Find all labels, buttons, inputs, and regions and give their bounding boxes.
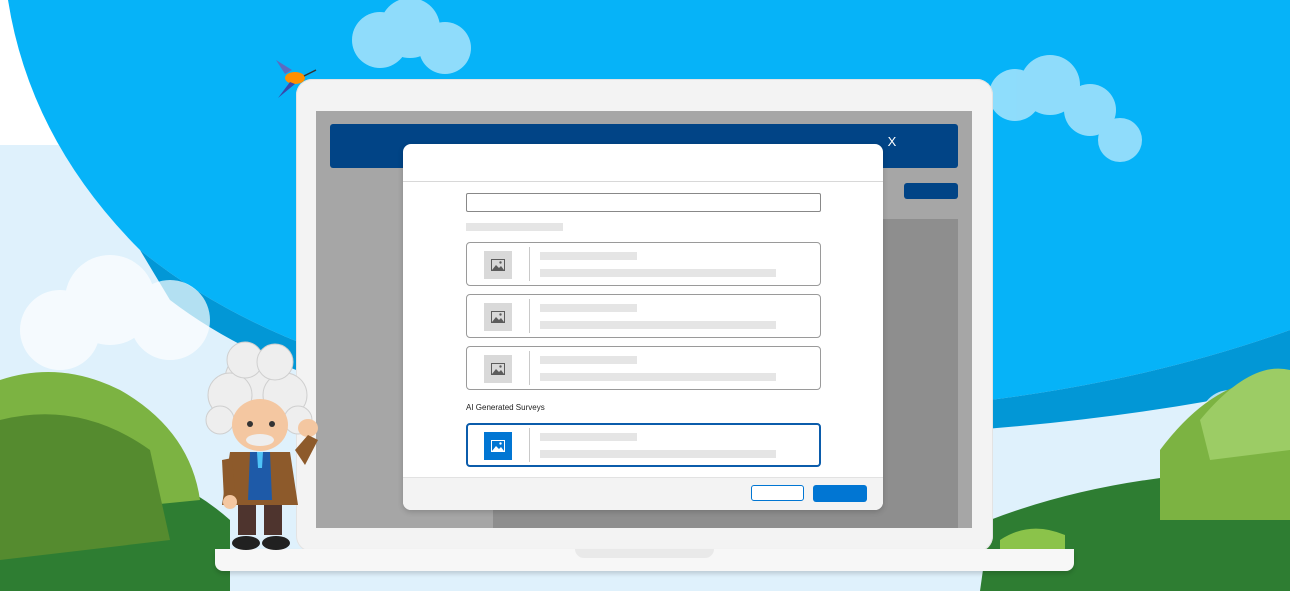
title-placeholder bbox=[540, 356, 637, 364]
card-divider bbox=[529, 351, 530, 385]
survey-item-card-selected[interactable] bbox=[466, 423, 821, 467]
primary-action-button[interactable] bbox=[904, 183, 958, 199]
survey-item-card[interactable] bbox=[466, 346, 821, 390]
ai-generated-surveys-label: AI Generated Surveys bbox=[466, 403, 545, 412]
description-placeholder bbox=[540, 321, 776, 329]
background-scene: X AI Generated Surveys bbox=[0, 0, 1290, 591]
card-divider bbox=[529, 247, 530, 281]
einstein-mascot-illustration bbox=[205, 341, 318, 550]
section-heading-placeholder bbox=[466, 223, 563, 231]
image-placeholder-icon bbox=[484, 355, 512, 383]
title-placeholder bbox=[540, 433, 637, 441]
close-button[interactable]: X bbox=[885, 134, 899, 149]
search-input[interactable] bbox=[466, 193, 821, 212]
title-placeholder bbox=[540, 304, 637, 312]
description-placeholder bbox=[540, 269, 776, 277]
description-placeholder bbox=[540, 373, 776, 381]
survey-item-card[interactable] bbox=[466, 294, 821, 338]
modal-footer bbox=[403, 477, 883, 510]
modal-header bbox=[403, 144, 883, 182]
save-button[interactable] bbox=[813, 485, 867, 502]
description-placeholder bbox=[540, 450, 776, 458]
image-placeholder-icon bbox=[484, 251, 512, 279]
image-placeholder-icon bbox=[484, 432, 512, 460]
card-divider bbox=[529, 428, 530, 462]
cancel-button[interactable] bbox=[751, 485, 804, 501]
card-divider bbox=[529, 299, 530, 333]
image-placeholder-icon bbox=[484, 303, 512, 331]
laptop-notch bbox=[575, 549, 714, 558]
title-placeholder bbox=[540, 252, 637, 260]
survey-picker-modal: AI Generated Surveys bbox=[403, 144, 883, 510]
survey-item-card[interactable] bbox=[466, 242, 821, 286]
